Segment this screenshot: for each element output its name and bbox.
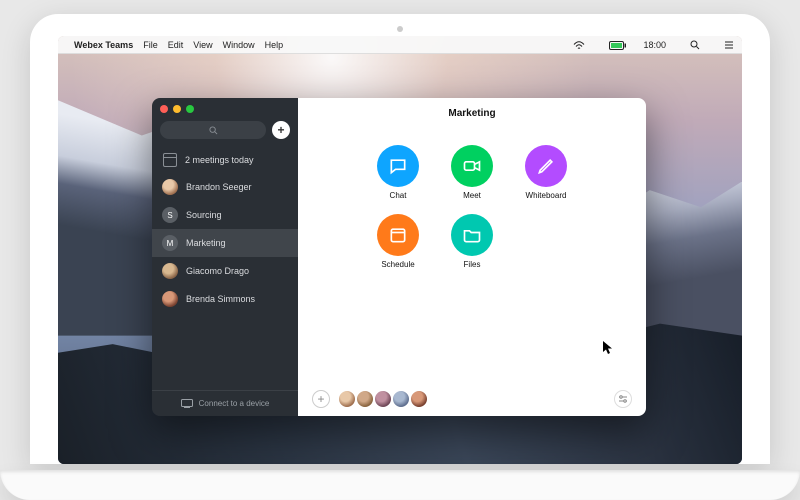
avatar: M: [162, 235, 178, 251]
space-title: Marketing: [312, 108, 632, 119]
sidebar-item-label: Brandon Seeger: [186, 182, 252, 192]
sidebar-meetings-today[interactable]: 2 meetings today: [152, 147, 298, 173]
menu-extra-icon[interactable]: [716, 39, 734, 50]
tile-label: Whiteboard: [526, 191, 567, 200]
menubar-help[interactable]: Help: [265, 40, 284, 50]
sidebar-item-giacomo-drago[interactable]: Giacomo Drago: [152, 257, 298, 285]
menubar-edit[interactable]: Edit: [168, 40, 184, 50]
close-window-button[interactable]: [160, 105, 168, 113]
pen-icon: [525, 145, 567, 187]
menubar-file[interactable]: File: [143, 40, 158, 50]
menubar-clock[interactable]: 18:00: [643, 40, 666, 50]
battery-icon[interactable]: [601, 39, 627, 49]
participant-avatar[interactable]: [356, 390, 374, 408]
cast-icon: [181, 399, 193, 408]
tile-label: Files: [464, 260, 481, 269]
connect-to-device-label: Connect to a device: [199, 399, 270, 408]
space-settings-button[interactable]: [614, 390, 632, 408]
schedule-icon: [377, 214, 419, 256]
new-space-button[interactable]: +: [272, 121, 290, 139]
sidebar-item-label: Sourcing: [186, 210, 222, 220]
avatar: S: [162, 207, 178, 223]
tile-whiteboard[interactable]: Whiteboard: [520, 145, 572, 200]
tile-meet[interactable]: Meet: [446, 145, 498, 200]
tile-files[interactable]: Files: [446, 214, 498, 269]
search-input[interactable]: [160, 121, 266, 139]
video-icon: [451, 145, 493, 187]
webex-teams-window: + 2 meetings today Brandon Seeger S Sour…: [152, 98, 646, 416]
participant-avatar[interactable]: [338, 390, 356, 408]
menubar-app-name[interactable]: Webex Teams: [74, 40, 133, 50]
avatar: [162, 263, 178, 279]
sidebar: + 2 meetings today Brandon Seeger S Sour…: [152, 98, 298, 416]
fullscreen-window-button[interactable]: [186, 105, 194, 113]
sidebar-meetings-label: 2 meetings today: [185, 155, 254, 165]
menubar-view[interactable]: View: [193, 40, 212, 50]
sidebar-item-brenda-simmons[interactable]: Brenda Simmons: [152, 285, 298, 313]
search-icon: [209, 126, 218, 135]
tile-chat[interactable]: Chat: [372, 145, 424, 200]
sidebar-item-brandon-seeger[interactable]: Brandon Seeger: [152, 173, 298, 201]
sidebar-item-marketing[interactable]: M Marketing: [152, 229, 298, 257]
sliders-icon: [618, 394, 628, 404]
participant-avatar[interactable]: [392, 390, 410, 408]
sidebar-item-label: Marketing: [186, 238, 226, 248]
connect-to-device-button[interactable]: Connect to a device: [152, 390, 298, 416]
tile-label: Schedule: [381, 260, 414, 269]
spotlight-icon[interactable]: [682, 39, 700, 50]
wifi-icon[interactable]: [565, 39, 585, 49]
sidebar-item-label: Brenda Simmons: [186, 294, 255, 304]
sidebar-item-label: Giacomo Drago: [186, 266, 249, 276]
folder-icon: [451, 214, 493, 256]
menubar-window[interactable]: Window: [223, 40, 255, 50]
tile-label: Meet: [463, 191, 481, 200]
window-controls: [152, 98, 298, 117]
tile-schedule[interactable]: Schedule: [372, 214, 424, 269]
participant-avatar[interactable]: [410, 390, 428, 408]
main-panel: Marketing Chat Mee: [298, 98, 646, 416]
sidebar-item-sourcing[interactable]: S Sourcing: [152, 201, 298, 229]
participant-avatar[interactable]: [374, 390, 392, 408]
macos-menubar: Webex Teams File Edit View Window Help 1…: [58, 36, 742, 54]
avatar: [162, 291, 178, 307]
laptop-base: [0, 470, 800, 500]
desktop-screen: Webex Teams File Edit View Window Help 1…: [58, 36, 742, 464]
chat-icon: [377, 145, 419, 187]
calendar-icon: [163, 153, 177, 167]
avatar: [162, 179, 178, 195]
tile-label: Chat: [390, 191, 407, 200]
minimize-window-button[interactable]: [173, 105, 181, 113]
add-participant-button[interactable]: +: [312, 390, 330, 408]
